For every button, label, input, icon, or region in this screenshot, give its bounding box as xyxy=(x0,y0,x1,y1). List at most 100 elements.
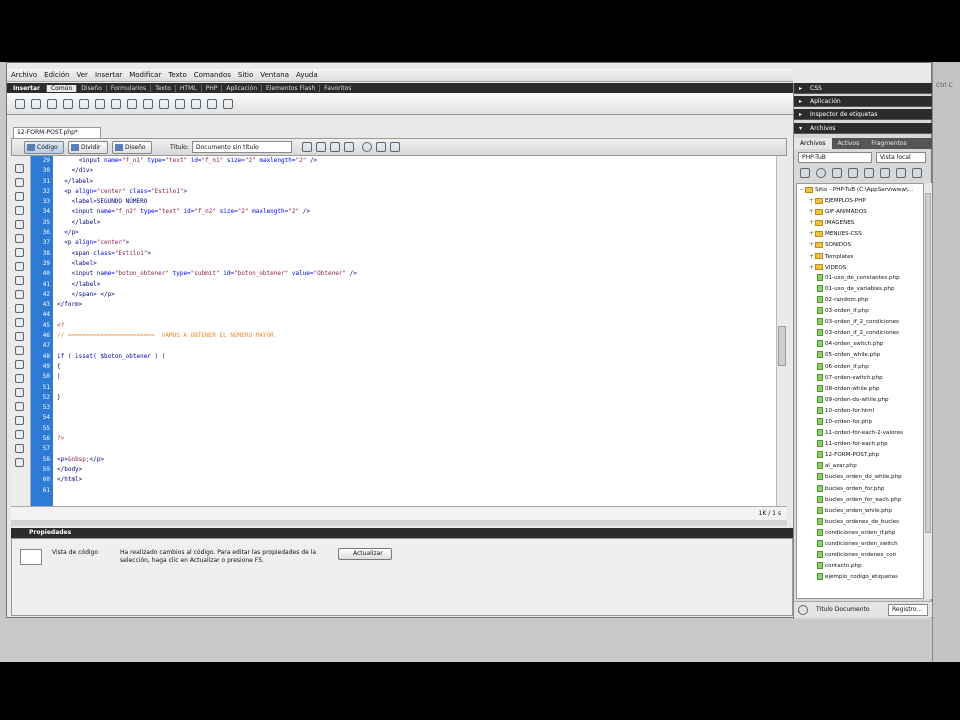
tree-folder[interactable]: + Templates xyxy=(797,251,923,262)
tree-row-root[interactable]: − Sitio - PHP-TuB (C:\AppServ\www\... xyxy=(797,184,923,195)
tree-file[interactable]: ejemplo_codigo_etiquetas xyxy=(797,572,923,583)
coding-tool-icon[interactable] xyxy=(15,346,24,355)
coding-tool-icon[interactable] xyxy=(15,164,24,173)
tree-file[interactable]: bucles_orden_do_while.php xyxy=(797,472,923,483)
put-files-icon[interactable] xyxy=(848,168,858,178)
insert-tab-3[interactable]: Texto xyxy=(150,84,175,92)
tree-file[interactable]: bucles_orden_while.php xyxy=(797,506,923,517)
coding-tool-icon[interactable] xyxy=(15,206,24,215)
tree-file[interactable]: 05-orden_while.php xyxy=(797,350,923,361)
coding-tool-icon[interactable] xyxy=(15,290,24,299)
insert-tab-7[interactable]: Elementos Flash xyxy=(261,84,319,92)
tree-file[interactable]: bucles_orden_for_each.php xyxy=(797,495,923,506)
tree-file[interactable]: condiciones_orden_switch xyxy=(797,539,923,550)
files-tab-1[interactable]: Activos xyxy=(832,138,866,149)
tree-file[interactable]: 11-orden-for-each-2-valores xyxy=(797,428,923,439)
refresh-icon[interactable] xyxy=(362,142,372,152)
file-management-icon[interactable] xyxy=(302,142,312,152)
view-options-icon[interactable] xyxy=(376,142,386,152)
sync-icon[interactable] xyxy=(896,168,906,178)
coding-tool-icon[interactable] xyxy=(15,360,24,369)
coding-tool-icon[interactable] xyxy=(15,388,24,397)
hyperlink-icon[interactable] xyxy=(15,99,25,109)
menu-1[interactable]: Edición xyxy=(44,71,69,79)
server-include-icon[interactable] xyxy=(143,99,153,109)
menu-4[interactable]: Modificar xyxy=(129,71,161,79)
tree-file[interactable]: 11-orden-for-each.php xyxy=(797,439,923,450)
tree-file[interactable]: 09-orden-do-while.php xyxy=(797,395,923,406)
code-view-button[interactable]: Código xyxy=(24,141,64,154)
tree-file[interactable]: 10-orden-for.html xyxy=(797,406,923,417)
tree-folder[interactable]: + MENUES-CSS xyxy=(797,228,923,239)
design-view-button[interactable]: Diseño xyxy=(112,141,152,154)
refresh-files-icon[interactable] xyxy=(816,168,826,178)
file-tree-scrollbar[interactable] xyxy=(924,183,932,599)
insert-tab-6[interactable]: Aplicación xyxy=(221,84,261,92)
menu-3[interactable]: Insertar xyxy=(95,71,122,79)
head-icon[interactable] xyxy=(175,99,185,109)
menu-9[interactable]: Ayuda xyxy=(296,71,318,79)
insert-tab-5[interactable]: PHP xyxy=(200,84,222,92)
view-select[interactable]: Vista local xyxy=(876,152,926,163)
validate-icon[interactable] xyxy=(330,142,340,152)
tree-folder[interactable]: + VIDEOS xyxy=(797,262,923,273)
menu-6[interactable]: Comandos xyxy=(194,71,231,79)
code-editor[interactable]: <input name="f_n1" type="text" id="f_n1"… xyxy=(53,156,776,506)
coding-tool-icon[interactable] xyxy=(15,304,24,313)
visual-aids-icon[interactable] xyxy=(390,142,400,152)
files-tab-2[interactable]: Fragmentos xyxy=(865,138,912,149)
tree-file[interactable]: 02-random.php xyxy=(797,295,923,306)
properties-header[interactable]: Propiedades xyxy=(11,528,793,538)
tree-file[interactable]: 07-orden-switch.php xyxy=(797,373,923,384)
tree-file[interactable]: 08-orden-while.php xyxy=(797,384,923,395)
tree-file[interactable]: 01-uso_de_constantes.php xyxy=(797,273,923,284)
coding-tool-icon[interactable] xyxy=(15,192,24,201)
tree-folder[interactable]: + SONIDOS xyxy=(797,239,923,250)
tree-file[interactable]: contacto.php xyxy=(797,561,923,572)
table-icon[interactable] xyxy=(63,99,73,109)
tree-file[interactable]: 06-orden_if.php xyxy=(797,362,923,373)
tree-file[interactable]: 04-orden_switch.php xyxy=(797,339,923,350)
tag-chooser-icon[interactable] xyxy=(223,99,233,109)
coding-tool-icon[interactable] xyxy=(15,234,24,243)
menu-0[interactable]: Archivo xyxy=(11,71,37,79)
tree-file[interactable]: bucles_ordenes_de_bucles xyxy=(797,517,923,528)
editor-scrollbar[interactable] xyxy=(776,156,787,506)
tree-file[interactable]: al_azar.php xyxy=(797,461,923,472)
comment-icon[interactable] xyxy=(159,99,169,109)
tree-file[interactable]: 03-orden_if.php xyxy=(797,306,923,317)
tree-file[interactable]: condiciones_orden_if.php xyxy=(797,528,923,539)
css-panel-header[interactable]: CSS xyxy=(794,83,932,94)
tree-file[interactable]: bucles_orden_for.php xyxy=(797,484,923,495)
coding-tool-icon[interactable] xyxy=(15,220,24,229)
tree-file[interactable]: 03-orden_if_2_condiciones xyxy=(797,328,923,339)
expand-icon[interactable] xyxy=(912,168,922,178)
email-link-icon[interactable] xyxy=(31,99,41,109)
check-in-icon[interactable] xyxy=(880,168,890,178)
log-button[interactable]: Registro... xyxy=(888,604,928,616)
coding-tool-icon[interactable] xyxy=(15,402,24,411)
tree-file[interactable]: 01-uso_de_variables.php xyxy=(797,284,923,295)
tree-file[interactable]: 03-orden_if_2_condiciones xyxy=(797,317,923,328)
check-out-icon[interactable] xyxy=(864,168,874,178)
tree-file[interactable]: 12-FORM-POST.php xyxy=(797,450,923,461)
insert-tab-4[interactable]: HTML xyxy=(174,84,201,92)
tree-folder[interactable]: + IMAGENES xyxy=(797,217,923,228)
scroll-thumb[interactable] xyxy=(925,193,931,533)
split-view-button[interactable]: Dividir xyxy=(68,141,108,154)
files-tab-0[interactable]: Archivos xyxy=(794,138,832,149)
title-input[interactable]: Documento sin título xyxy=(192,141,292,153)
coding-tool-icon[interactable] xyxy=(15,248,24,257)
coding-tool-icon[interactable] xyxy=(15,444,24,453)
div-icon[interactable] xyxy=(79,99,89,109)
insert-tab-2[interactable]: Formularios xyxy=(105,84,150,92)
coding-tool-icon[interactable] xyxy=(15,430,24,439)
panel-splitter[interactable] xyxy=(11,520,787,526)
date-icon[interactable] xyxy=(127,99,137,109)
tree-folder[interactable]: + EJEMPLOS-PHP xyxy=(797,195,923,206)
tree-file[interactable]: 10-orden-for.php xyxy=(797,417,923,428)
document-tab[interactable]: 12-FORM-POST.php* xyxy=(13,127,101,138)
scroll-thumb[interactable] xyxy=(778,326,786,366)
site-select[interactable]: PHP-TuB xyxy=(798,152,872,163)
menu-2[interactable]: Ver xyxy=(77,71,88,79)
